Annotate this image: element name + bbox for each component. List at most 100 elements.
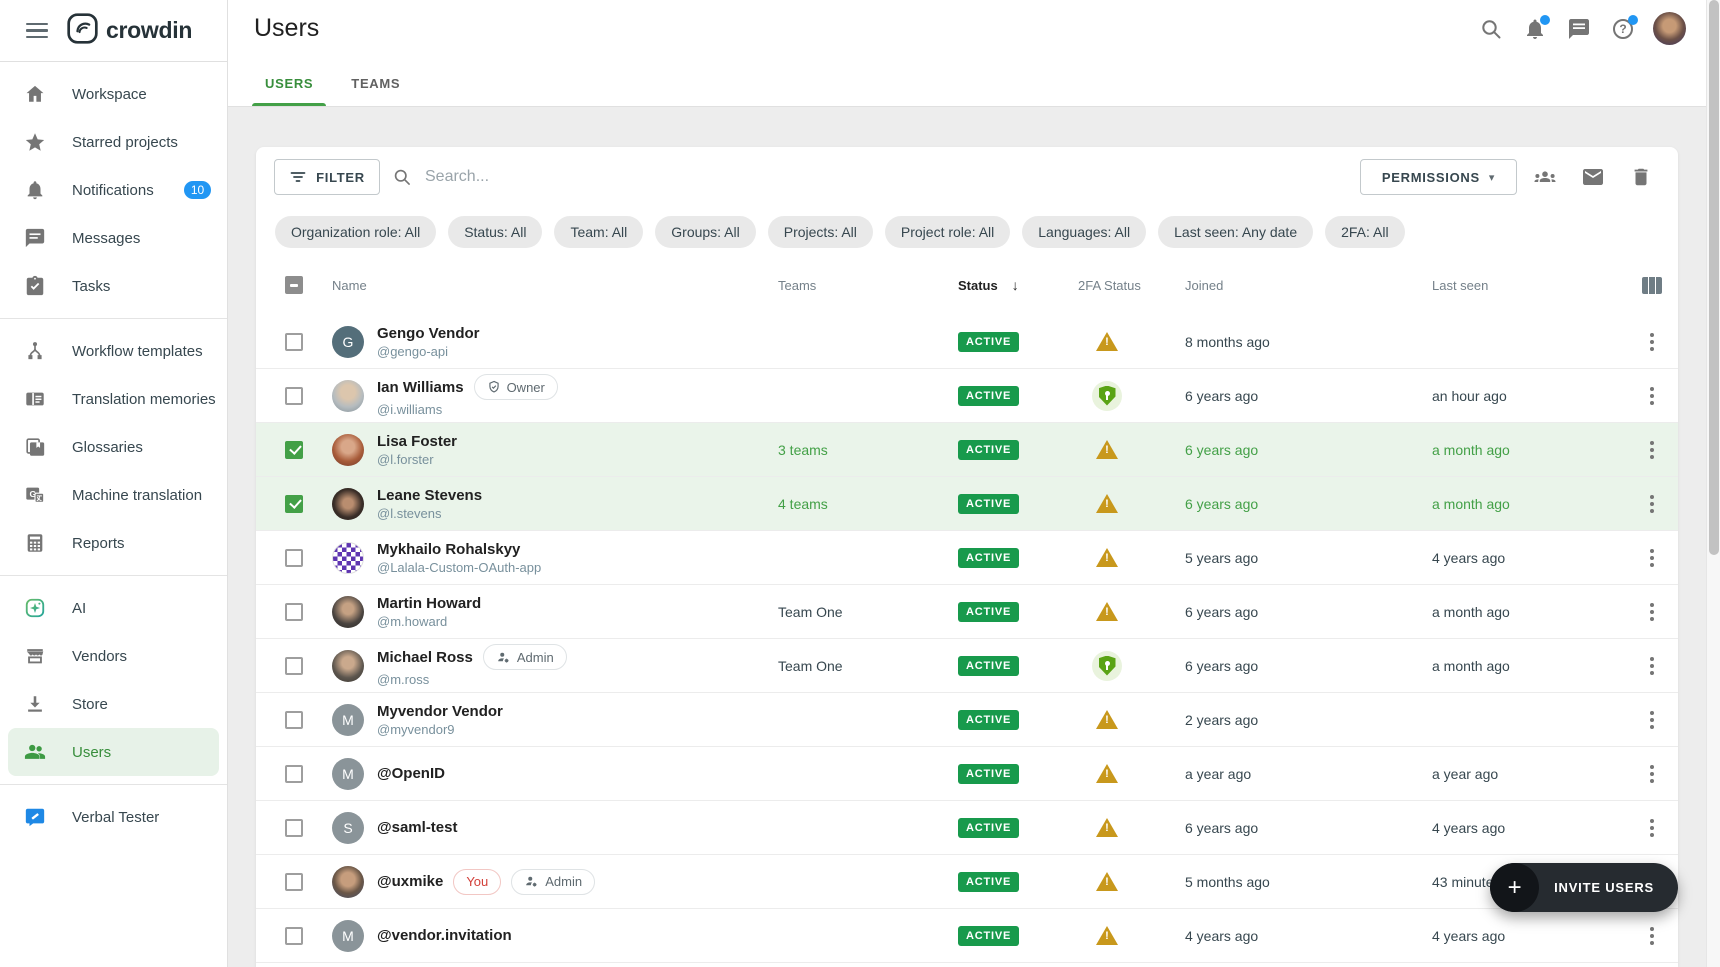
crowdin-logo[interactable]: crowdin [66, 12, 192, 50]
tab-teams[interactable]: TEAMS [338, 76, 413, 106]
row-menu-button[interactable] [1640, 762, 1664, 786]
permissions-dropdown[interactable]: PERMISSIONS ▾ [1360, 159, 1517, 195]
sidebar-item-glossaries[interactable]: Glossaries [0, 423, 227, 471]
invite-users-button[interactable]: + INVITE USERS [1490, 863, 1678, 912]
notifications-count-badge: 10 [184, 181, 211, 199]
column-settings-icon[interactable] [1642, 277, 1662, 294]
user-name[interactable]: @vendor.invitation [377, 927, 512, 944]
sidebar-item-vendors[interactable]: Vendors [0, 632, 227, 680]
help-icon[interactable]: ? [1609, 15, 1637, 43]
row-menu-button[interactable] [1640, 654, 1664, 678]
row-menu-button[interactable] [1640, 384, 1664, 408]
crowdin-logo-icon [66, 12, 99, 50]
row-menu-button[interactable] [1640, 438, 1664, 462]
avatar: M [332, 704, 364, 736]
user-name[interactable]: @uxmike [377, 873, 443, 890]
search-icon[interactable] [1477, 15, 1505, 43]
user-name[interactable]: Michael Ross [377, 649, 473, 666]
user-name[interactable]: Martin Howard [377, 595, 481, 612]
sidebar-item-starred-projects[interactable]: Starred projects [0, 118, 227, 166]
user-name[interactable]: @OpenID [377, 765, 445, 782]
select-all-checkbox[interactable] [285, 276, 303, 294]
sidebar-item-notifications[interactable]: Notifications 10 [0, 166, 227, 214]
search-box [392, 159, 725, 195]
teams-cell[interactable]: Team One [778, 658, 958, 674]
teams-cell[interactable]: Team One [778, 604, 958, 620]
row-checkbox[interactable] [285, 873, 303, 891]
row-menu-button[interactable] [1640, 492, 1664, 516]
sidebar-item-store[interactable]: Store [0, 680, 227, 728]
user-name[interactable]: Lisa Foster [377, 433, 457, 450]
col-header-status[interactable]: Status↓ [958, 277, 1078, 293]
row-checkbox[interactable] [285, 765, 303, 783]
sidebar-item-workspace[interactable]: Workspace [0, 70, 227, 118]
sidebar-item-verbal-tester[interactable]: Verbal Tester [0, 793, 227, 841]
chip-organization-role[interactable]: Organization role: All [275, 216, 436, 248]
sidebar-item-users[interactable]: Users [8, 728, 219, 776]
row-checkbox[interactable] [285, 441, 303, 459]
download-icon [24, 693, 46, 715]
user-name[interactable]: Myvendor Vendor [377, 703, 503, 720]
sidebar-item-reports[interactable]: Reports [0, 519, 227, 567]
avatar [332, 650, 364, 682]
col-header-2fa[interactable]: 2FA Status [1078, 278, 1185, 293]
row-checkbox[interactable] [285, 333, 303, 351]
col-header-teams[interactable]: Teams [778, 278, 958, 293]
row-menu-button[interactable] [1640, 816, 1664, 840]
sidebar-item-workflow-templates[interactable]: Workflow templates [0, 327, 227, 375]
search-input[interactable] [425, 168, 725, 186]
chip-2fa[interactable]: 2FA: All [1325, 216, 1404, 248]
row-checkbox[interactable] [285, 711, 303, 729]
row-checkbox[interactable] [285, 387, 303, 405]
row-checkbox[interactable] [285, 927, 303, 945]
col-header-joined[interactable]: Joined [1185, 278, 1432, 293]
notifications-bell-icon[interactable] [1521, 15, 1549, 43]
scrollbar-thumb[interactable] [1709, 0, 1719, 555]
chip-projects[interactable]: Projects: All [768, 216, 873, 248]
user-name[interactable]: Gengo Vendor [377, 325, 480, 342]
hamburger-menu-icon[interactable] [26, 23, 48, 39]
page-scrollbar[interactable] [1706, 0, 1720, 967]
email-icon[interactable] [1581, 165, 1605, 189]
sidebar-item-machine-translation[interactable]: G Machine translation [0, 471, 227, 519]
avatar [332, 380, 364, 412]
chip-status[interactable]: Status: All [448, 216, 542, 248]
chip-project-role[interactable]: Project role: All [885, 216, 1010, 248]
row-menu-button[interactable] [1640, 546, 1664, 570]
row-checkbox[interactable] [285, 495, 303, 513]
chip-languages[interactable]: Languages: All [1022, 216, 1146, 248]
header-actions: ? [1477, 12, 1686, 45]
row-checkbox[interactable] [285, 603, 303, 621]
user-name[interactable]: Leane Stevens [377, 487, 482, 504]
last-seen-cell: a month ago [1432, 496, 1622, 512]
row-checkbox[interactable] [285, 549, 303, 567]
tab-users[interactable]: USERS [252, 76, 326, 106]
teams-cell[interactable]: 3 teams [778, 442, 958, 458]
delete-icon[interactable] [1629, 165, 1653, 189]
row-menu-button[interactable] [1640, 924, 1664, 948]
chip-groups[interactable]: Groups: All [655, 216, 755, 248]
row-checkbox[interactable] [285, 657, 303, 675]
chip-last-seen[interactable]: Last seen: Any date [1158, 216, 1313, 248]
col-header-last-seen[interactable]: Last seen [1432, 278, 1622, 293]
row-menu-button[interactable] [1640, 330, 1664, 354]
sidebar-item-messages[interactable]: Messages [0, 214, 227, 262]
row-checkbox[interactable] [285, 819, 303, 837]
row-menu-button[interactable] [1640, 600, 1664, 624]
chip-team[interactable]: Team: All [554, 216, 643, 248]
joined-cell: 6 years ago [1185, 388, 1432, 404]
chat-icon[interactable] [1565, 15, 1593, 43]
sidebar-item-tasks[interactable]: Tasks [0, 262, 227, 310]
filter-button[interactable]: FILTER [274, 159, 380, 195]
row-menu-button[interactable] [1640, 708, 1664, 732]
col-header-name[interactable]: Name [332, 278, 778, 293]
user-name[interactable]: Ian Williams [377, 379, 464, 396]
user-name[interactable]: Mykhailo Rohalskyy [377, 541, 520, 558]
teams-cell[interactable]: 4 teams [778, 496, 958, 512]
user-name[interactable]: @saml-test [377, 819, 458, 836]
user-avatar[interactable] [1653, 12, 1686, 45]
sidebar-item-translation-memories[interactable]: Translation memories [0, 375, 227, 423]
sidebar-item-ai[interactable]: AI [0, 584, 227, 632]
add-to-team-icon[interactable] [1533, 165, 1557, 189]
avatar [332, 542, 364, 574]
